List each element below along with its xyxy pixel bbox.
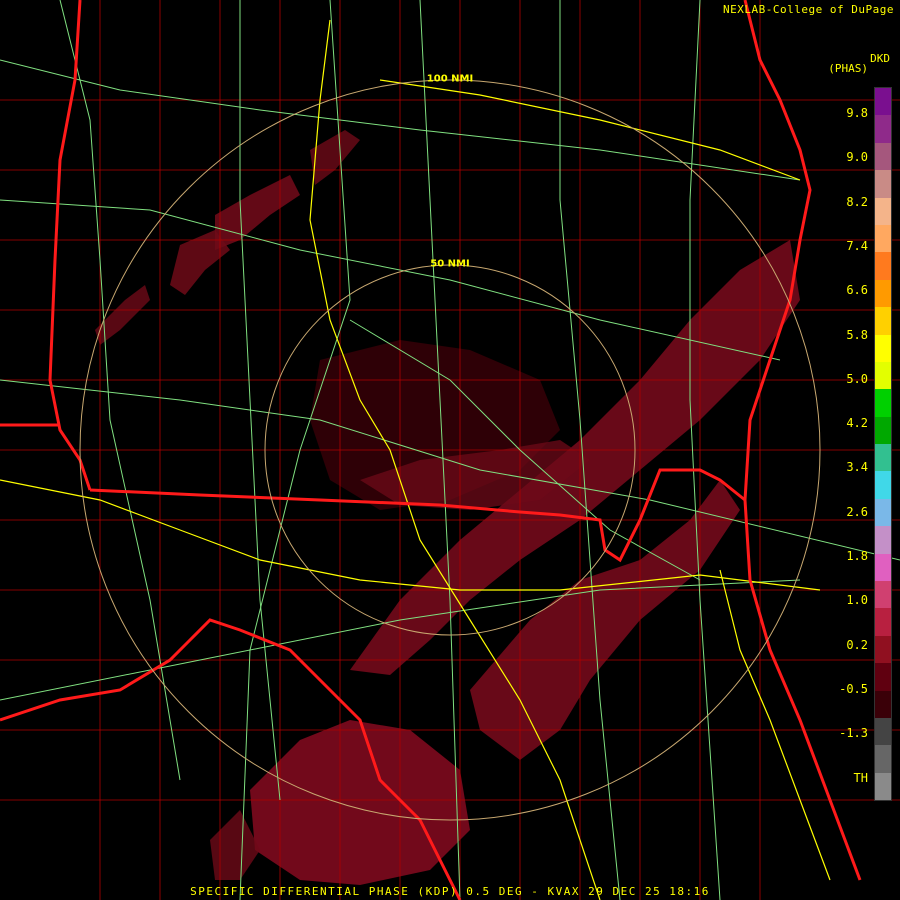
color-scale-segment — [875, 170, 891, 198]
color-scale-segment — [875, 526, 891, 554]
color-scale-label: -0.5 — [839, 681, 868, 696]
color-scale-segment — [875, 389, 891, 417]
range-ring-label-100: 100 NMI — [426, 73, 474, 85]
product-code: DKD — [870, 52, 890, 65]
product-footer: SPECIFIC DIFFERENTIAL PHASE (KDP) 0.5 DE… — [190, 885, 710, 898]
color-scale-segment — [875, 279, 891, 308]
color-scale-segment — [875, 88, 891, 116]
color-scale-segment — [875, 444, 891, 472]
color-scale-segment — [875, 498, 891, 527]
color-scale-segment — [875, 635, 891, 664]
color-scale-segment — [875, 745, 891, 773]
color-scale-label: 0.2 — [846, 637, 868, 652]
color-scale-label: 6.6 — [846, 283, 868, 298]
color-scale-segment — [875, 224, 891, 253]
color-scale-segment — [875, 142, 891, 171]
color-scale-segment — [875, 334, 891, 362]
color-scale-label: -1.3 — [839, 726, 868, 741]
color-scale-bar — [874, 87, 892, 801]
color-scale-segment — [875, 115, 891, 143]
color-scale-segment — [875, 471, 891, 499]
credit-text: NEXLAB-College of DuPage — [723, 3, 894, 16]
color-scale-label: 5.0 — [846, 371, 868, 386]
color-scale-segment — [875, 252, 891, 280]
color-scale-segment — [875, 416, 891, 445]
radar-map — [0, 0, 900, 900]
product-units: (PHAS) — [828, 62, 868, 75]
color-scale-segment — [875, 197, 891, 225]
color-scale-label: 2.6 — [846, 504, 868, 519]
color-scale-label: 8.2 — [846, 194, 868, 209]
color-scale-label: 5.8 — [846, 327, 868, 342]
color-scale-segment — [875, 581, 891, 609]
color-scale-segment — [875, 663, 891, 691]
color-scale-label: 9.8 — [846, 106, 868, 120]
color-scale-segment — [875, 772, 891, 801]
color-scale-segment — [875, 361, 891, 390]
color-scale-label: 1.8 — [846, 549, 868, 563]
color-scale-segment — [875, 553, 891, 582]
color-scale-segment — [875, 608, 891, 636]
color-scale-label: 9.0 — [846, 150, 868, 165]
color-scale-label: 4.2 — [846, 416, 868, 431]
color-scale-segment — [875, 717, 891, 746]
color-scale-segment — [875, 690, 891, 718]
color-scale-label: 7.4 — [846, 238, 868, 253]
color-scale-label: TH — [853, 770, 868, 785]
range-ring-label-50: 50 NMI — [430, 258, 470, 270]
color-scale-label: 3.4 — [846, 460, 868, 475]
color-scale-label: 1.0 — [846, 593, 868, 608]
color-scale-segment — [875, 307, 891, 335]
